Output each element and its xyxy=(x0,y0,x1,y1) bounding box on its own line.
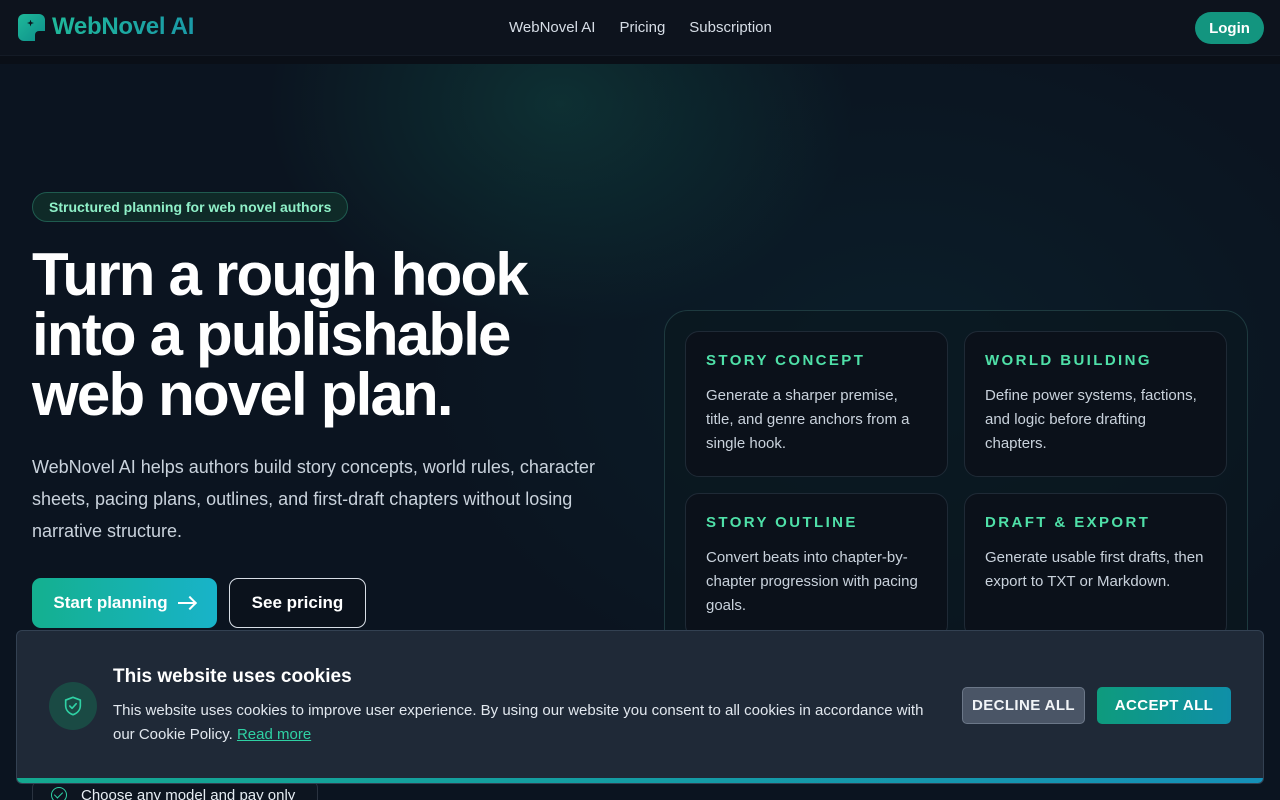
login-button[interactable]: Login xyxy=(1195,12,1264,44)
hero-title-line: web novel plan. xyxy=(32,361,454,428)
feature-card-text: Convert beats into chapter-by-chapter pr… xyxy=(706,549,918,614)
nav-link-webnovel-ai[interactable]: WebNovel AI xyxy=(509,19,595,36)
feature-card-title: DRAFT & EXPORT xyxy=(985,514,1151,531)
hero-title-line: Turn a rough hook xyxy=(32,241,529,308)
accept-all-button[interactable]: ACCEPT ALL xyxy=(1097,687,1231,724)
nav-link-pricing[interactable]: Pricing xyxy=(619,19,665,36)
read-more-link[interactable]: Read more xyxy=(237,726,311,743)
check-circle-icon xyxy=(51,787,67,800)
top-nav: WebNovel AI WebNovel AI Pricing Subscrip… xyxy=(0,0,1280,56)
start-planning-button[interactable]: Start planning xyxy=(32,578,217,628)
cookie-body: This website uses cookies to improve use… xyxy=(113,702,924,743)
decline-all-button[interactable]: DECLINE ALL xyxy=(962,687,1085,724)
feature-card-title: STORY CONCEPT xyxy=(706,352,866,369)
see-pricing-button[interactable]: See pricing xyxy=(229,578,366,628)
nav-links: WebNovel AI Pricing Subscription xyxy=(509,19,772,36)
feature-card-story-outline: STORY OUTLINE Convert beats into chapter… xyxy=(685,493,948,639)
nav-link-subscription[interactable]: Subscription xyxy=(689,19,772,36)
cookie-icon-wrap xyxy=(49,682,97,730)
feature-card-story-concept: STORY CONCEPT Generate a sharper premise… xyxy=(685,331,948,477)
shield-check-icon xyxy=(64,696,82,716)
brand-name: WebNovel AI xyxy=(52,13,195,40)
start-planning-label: Start planning xyxy=(53,593,168,612)
feature-card-text: Define power systems, factions, and logi… xyxy=(985,387,1197,452)
arrow-right-icon xyxy=(177,596,196,610)
bookmark-sparkle-icon xyxy=(18,13,46,42)
hero-badge: Structured planning for web novel author… xyxy=(32,192,349,222)
cookie-title: This website uses cookies xyxy=(113,666,352,687)
feature-card-text: Generate usable first drafts, then expor… xyxy=(985,549,1204,590)
cookie-text: This website uses cookies to improve use… xyxy=(113,699,943,747)
feature-card-draft-export: DRAFT & EXPORT Generate usable first dra… xyxy=(964,493,1227,639)
nav-divider xyxy=(0,56,1280,64)
hero-title: Turn a rough hook into a publishable web… xyxy=(32,245,632,425)
feature-card-text: Generate a sharper premise, title, and g… xyxy=(706,387,910,452)
brand-logo[interactable]: WebNovel AI xyxy=(18,13,195,42)
feature-card-title: STORY OUTLINE xyxy=(706,514,858,531)
cookie-banner: This website uses cookies This website u… xyxy=(16,630,1264,784)
feature-card-world-building: WORLD BUILDING Define power systems, fac… xyxy=(964,331,1227,477)
hero-title-line: into a publishable xyxy=(32,301,511,368)
feature-panel: STORY CONCEPT Generate a sharper premise… xyxy=(664,310,1248,670)
feature-row-text: Choose any model and pay only xyxy=(81,786,296,800)
feature-card-title: WORLD BUILDING xyxy=(985,352,1152,369)
hero-description: WebNovel AI helps authors build story co… xyxy=(32,457,595,541)
cookie-accent-bar xyxy=(17,778,1263,783)
